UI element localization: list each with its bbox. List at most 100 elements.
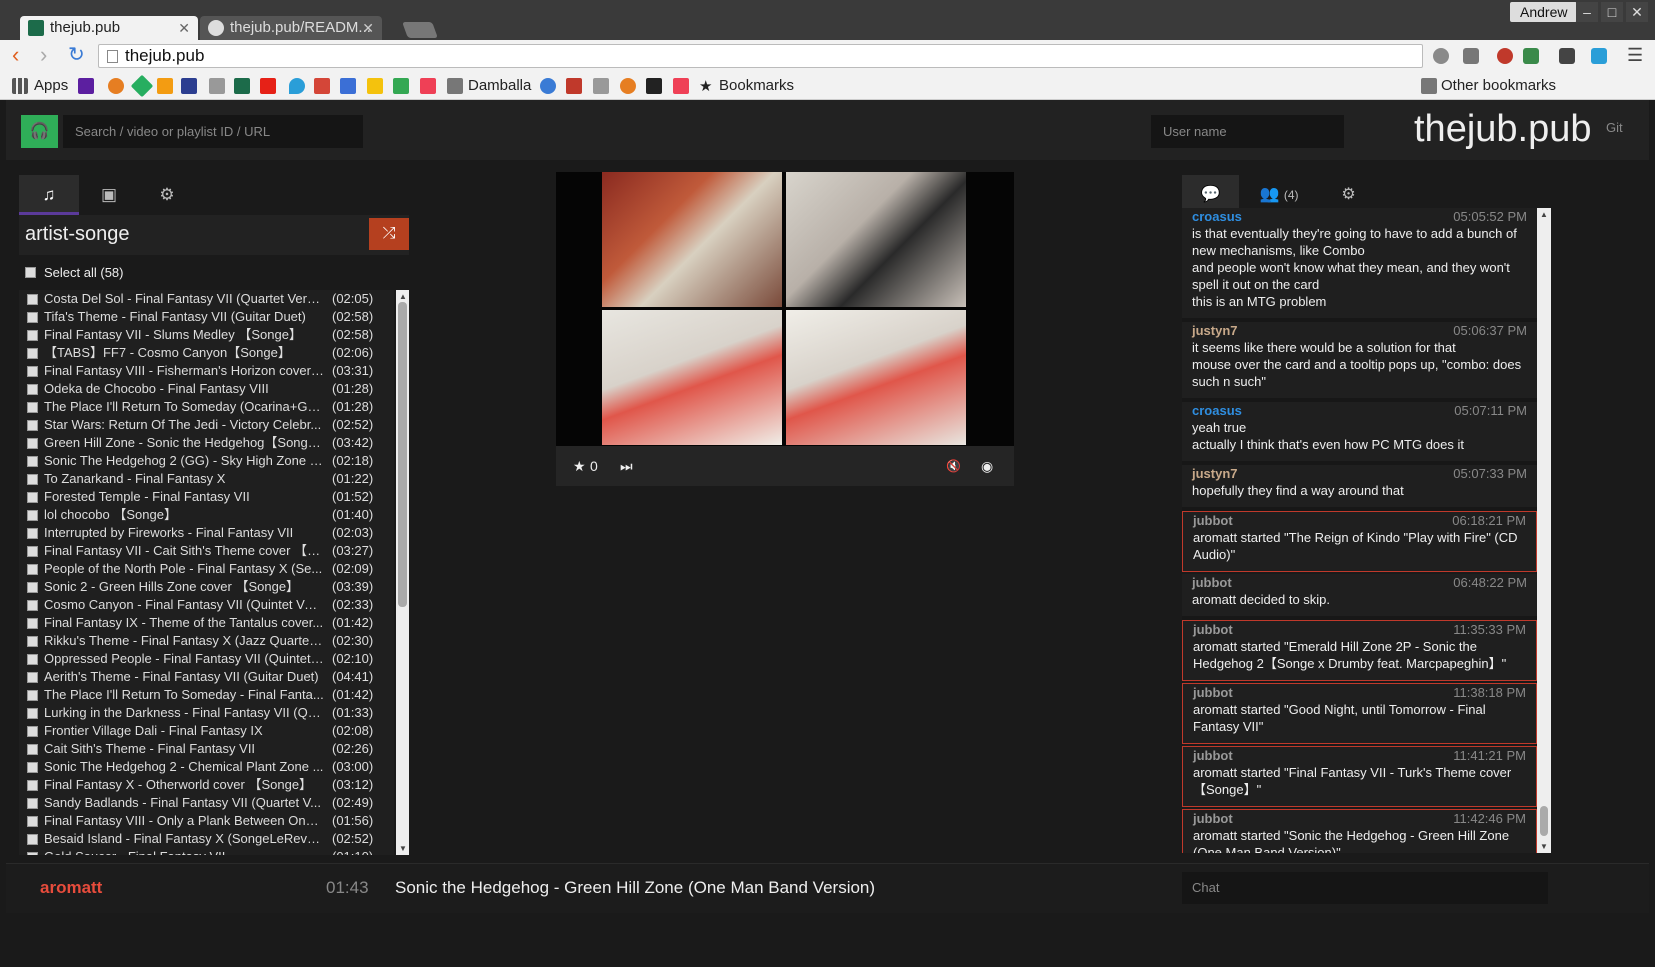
tab-library[interactable]: ▣ xyxy=(79,175,139,215)
tab-settings[interactable]: ⚙ xyxy=(137,175,197,215)
adblock-icon[interactable] xyxy=(1497,48,1513,64)
song-checkbox[interactable] xyxy=(27,420,38,431)
song-row[interactable]: The Place I'll Return To Someday (Ocarin… xyxy=(19,398,394,416)
youtube-icon[interactable] xyxy=(260,78,276,94)
song-row[interactable]: Sandy Badlands - Final Fantasy VII (Quar… xyxy=(19,794,394,812)
song-checkbox[interactable] xyxy=(27,690,38,701)
song-row[interactable]: Rikku's Theme - Final Fantasy X (Jazz Qu… xyxy=(19,632,394,650)
song-row[interactable]: Cait Sith's Theme - Final Fantasy VII (02… xyxy=(19,740,394,758)
song-row[interactable]: Final Fantasy X - Otherworld cover 【Song… xyxy=(19,776,394,794)
song-checkbox[interactable] xyxy=(27,618,38,629)
profile-button[interactable]: Andrew xyxy=(1510,2,1578,22)
song-checkbox[interactable] xyxy=(27,456,38,467)
song-row[interactable]: lol chocobo 【Songe】 (01:40) xyxy=(19,506,394,524)
song-row[interactable]: Final Fantasy IX - Theme of the Tantalus… xyxy=(19,614,394,632)
minimize-button[interactable]: – xyxy=(1576,2,1598,22)
song-row[interactable]: Oppressed People - Final Fantasy VII (Qu… xyxy=(19,650,394,668)
song-row[interactable]: To Zanarkand - Final Fantasy X (01:22) xyxy=(19,470,394,488)
song-row[interactable]: 【TABS】FF7 - Cosmo Canyon【Songe】 (02:06) xyxy=(19,344,394,362)
song-checkbox[interactable] xyxy=(27,294,38,305)
calendar-icon[interactable] xyxy=(340,78,356,94)
yahoo-icon[interactable] xyxy=(78,78,94,94)
song-checkbox[interactable] xyxy=(27,816,38,827)
extension-icon[interactable] xyxy=(1433,48,1449,64)
song-checkbox[interactable] xyxy=(27,708,38,719)
song-row[interactable]: Green Hill Zone - Sonic the Hedgehog【Son… xyxy=(19,434,394,452)
bookmark-icon[interactable] xyxy=(646,78,662,94)
keep-icon[interactable] xyxy=(367,78,383,94)
song-row[interactable]: Final Fantasy VII - Slums Medley 【Songe】… xyxy=(19,326,394,344)
drop-icon[interactable] xyxy=(289,78,305,94)
song-checkbox[interactable] xyxy=(27,546,38,557)
select-all[interactable]: Select all (58) xyxy=(25,265,123,280)
hacker-news-icon[interactable] xyxy=(157,78,173,94)
scrollbar-thumb[interactable] xyxy=(398,302,407,607)
song-row[interactable]: Sonic The Hedgehog 2 (GG) - Sky High Zon… xyxy=(19,452,394,470)
song-checkbox[interactable] xyxy=(27,726,38,737)
song-checkbox[interactable] xyxy=(27,852,38,855)
song-row[interactable]: People of the North Pole - Final Fantasy… xyxy=(19,560,394,578)
extension-icon[interactable] xyxy=(1591,48,1607,64)
bookmark-folder-damballa[interactable]: Damballa xyxy=(468,77,531,94)
gmail-icon[interactable] xyxy=(314,78,330,94)
song-checkbox[interactable] xyxy=(27,600,38,611)
close-tab-icon[interactable]: ✕ xyxy=(178,16,190,40)
drive-icon[interactable] xyxy=(393,78,409,94)
song-checkbox[interactable] xyxy=(27,330,38,341)
forward-icon[interactable]: › xyxy=(40,44,47,66)
song-row[interactable]: Interrupted by Fireworks - Final Fantasy… xyxy=(19,524,394,542)
back-icon[interactable]: ‹ xyxy=(12,44,19,66)
scrollbar-thumb[interactable] xyxy=(1540,806,1548,836)
tab-readme[interactable]: thejub.pub/READM... ✕ xyxy=(200,16,382,40)
song-row[interactable]: Gold Saucer - Final Fantasy VII (01:10) xyxy=(19,848,394,855)
star-icon[interactable]: ★ xyxy=(573,458,586,475)
address-bar[interactable]: thejub.pub xyxy=(98,44,1423,68)
song-checkbox[interactable] xyxy=(27,564,38,575)
song-checkbox[interactable] xyxy=(27,834,38,845)
bookmark-icon[interactable] xyxy=(540,78,556,94)
song-row[interactable]: Odeka de Chocobo - Final Fantasy VIII (01… xyxy=(19,380,394,398)
song-row[interactable]: Star Wars: Return Of The Jedi - Victory … xyxy=(19,416,394,434)
song-row[interactable]: Cosmo Canyon - Final Fantasy VII (Quinte… xyxy=(19,596,394,614)
scroll-down-icon[interactable]: ▼ xyxy=(399,844,407,853)
tab-thejub[interactable]: thejub.pub ✕ xyxy=(20,16,198,40)
close-window-button[interactable]: ✕ xyxy=(1626,2,1648,22)
thejub-icon[interactable] xyxy=(234,78,250,94)
close-tab-icon[interactable]: ✕ xyxy=(362,16,374,40)
song-checkbox[interactable] xyxy=(27,582,38,593)
song-row[interactable]: Final Fantasy VIII - Only a Plank Betwee… xyxy=(19,812,394,830)
video-player[interactable] xyxy=(556,172,1014,446)
tab-playlist[interactable]: ♫ xyxy=(19,175,79,215)
cast-icon[interactable] xyxy=(1463,48,1479,64)
song-checkbox[interactable] xyxy=(27,528,38,539)
chat-scrollbar[interactable]: ▲ ▼ xyxy=(1537,208,1551,853)
bookmark-icon[interactable] xyxy=(108,78,124,94)
headphones-icon[interactable]: 🎧 xyxy=(21,115,58,148)
eye-icon[interactable]: ◉ xyxy=(981,458,993,475)
select-all-checkbox[interactable] xyxy=(25,267,36,278)
song-row[interactable]: Sonic The Hedgehog 2 - Chemical Plant Zo… xyxy=(19,758,394,776)
song-checkbox[interactable] xyxy=(27,762,38,773)
song-checkbox[interactable] xyxy=(27,798,38,809)
bookmark-apps[interactable]: Apps xyxy=(34,77,68,94)
bookmark-icon[interactable] xyxy=(620,78,636,94)
skip-icon[interactable]: ⏭ xyxy=(620,458,633,475)
search-input[interactable]: Search / video or playlist ID / URL xyxy=(63,115,363,148)
song-row[interactable]: Aerith's Theme - Final Fantasy VII (Guit… xyxy=(19,668,394,686)
scroll-up-icon[interactable]: ▲ xyxy=(399,292,407,301)
song-checkbox[interactable] xyxy=(27,402,38,413)
song-checkbox[interactable] xyxy=(27,744,38,755)
song-row[interactable]: Costa Del Sol - Final Fantasy VII (Quart… xyxy=(19,290,394,308)
song-checkbox[interactable] xyxy=(27,510,38,521)
bookmark-icon[interactable] xyxy=(209,78,225,94)
song-row[interactable]: Forested Temple - Final Fantasy VII (01:5… xyxy=(19,488,394,506)
reload-icon[interactable]: ↻ xyxy=(68,44,85,66)
username-input[interactable]: User name xyxy=(1151,115,1344,148)
bookmark-icon[interactable] xyxy=(593,78,609,94)
new-tab-button[interactable] xyxy=(402,22,438,38)
song-checkbox[interactable] xyxy=(27,348,38,359)
bookmark-folder-bookmarks[interactable]: Bookmarks xyxy=(719,77,794,94)
bookmark-icon[interactable] xyxy=(130,74,154,98)
song-checkbox[interactable] xyxy=(27,672,38,683)
shuffle-button[interactable]: ⤮ xyxy=(369,218,409,250)
